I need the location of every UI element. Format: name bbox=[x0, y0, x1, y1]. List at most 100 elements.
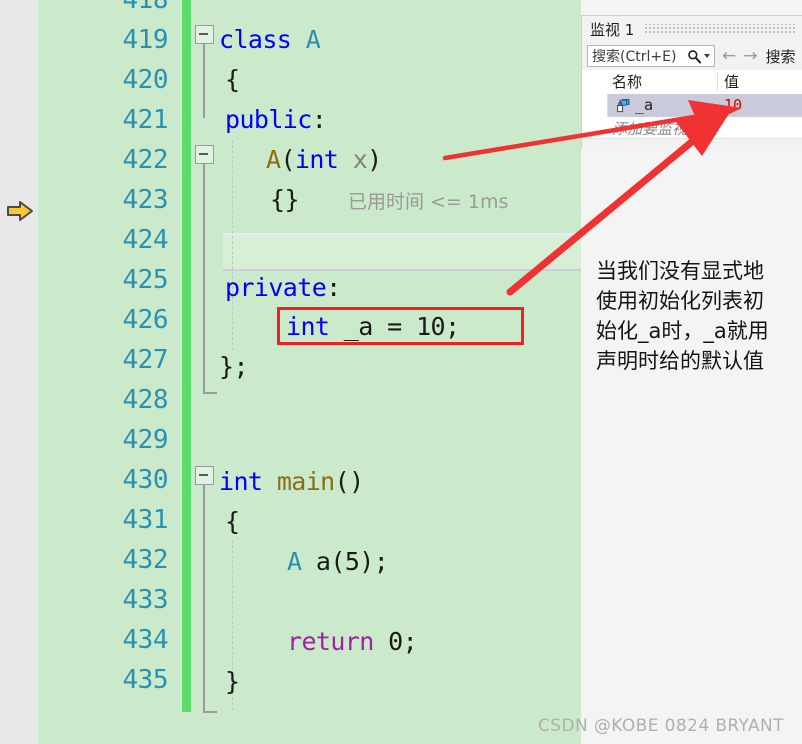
column-header-name[interactable]: 名称 bbox=[612, 70, 642, 94]
watch-title-bar[interactable]: 监视 1 bbox=[582, 16, 802, 42]
breakpoint-gutter[interactable] bbox=[0, 0, 38, 744]
fold-guide-class-a bbox=[203, 44, 205, 118]
line-number: 432 bbox=[122, 545, 169, 575]
code-token: } bbox=[225, 667, 240, 696]
line-number: 421 bbox=[122, 105, 169, 135]
code-token: : bbox=[326, 273, 341, 302]
code-line-430[interactable]: int main() bbox=[219, 462, 364, 502]
line-number: 428 bbox=[122, 385, 169, 415]
code-line-419[interactable]: class A bbox=[219, 20, 321, 60]
code-token: ; bbox=[402, 627, 418, 656]
watch-item-name[interactable]: _a bbox=[635, 94, 653, 117]
code-line-421[interactable]: public: bbox=[225, 100, 327, 140]
code-token: class bbox=[219, 25, 292, 54]
code-token: ( bbox=[280, 145, 295, 174]
line-number: 423 bbox=[122, 185, 169, 215]
line-number: 431 bbox=[122, 505, 169, 535]
code-token: {} bbox=[270, 185, 300, 214]
highlight-rectangle-member-init bbox=[277, 307, 524, 345]
search-placeholder-label: 搜索(Ctrl+E) bbox=[592, 49, 677, 65]
code-token: ) bbox=[367, 145, 382, 174]
add-watch-item-row[interactable]: 添加要监视的项 bbox=[582, 117, 802, 139]
code-token: ); bbox=[359, 547, 389, 576]
table-row[interactable]: _a 10 bbox=[582, 94, 802, 117]
code-token: a( bbox=[301, 547, 346, 576]
code-text-layer[interactable]: class A { public: A(int x) {} 已用时间 <= 1m… bbox=[191, 0, 581, 744]
search-previous-icon[interactable]: ← bbox=[722, 47, 736, 65]
code-token: public bbox=[225, 105, 312, 134]
fold-guide-constructor bbox=[203, 164, 205, 394]
code-line-422[interactable]: A(int x) bbox=[266, 140, 382, 180]
fold-foot-class-a bbox=[203, 392, 217, 394]
screenshot-root: 418 419 420 421 422 423 424 425 426 427 428 429 430 4… bbox=[0, 0, 802, 744]
annotation-line: 当我们没有显式地 bbox=[596, 259, 764, 283]
fold-foot-main bbox=[203, 711, 217, 713]
watch-window[interactable]: 监视 1 搜索(Ctrl+E) ← → 搜索 名称 值 _a 10 添加要监视的… bbox=[581, 15, 802, 149]
watermark: CSDN @KOBE 0824 BRYANT bbox=[538, 716, 784, 736]
code-token: }; bbox=[219, 352, 249, 381]
fold-toggle-main[interactable] bbox=[195, 466, 214, 485]
line-number: 427 bbox=[122, 345, 169, 375]
line-number: 435 bbox=[122, 665, 169, 695]
code-line-423[interactable]: {} bbox=[270, 180, 300, 220]
indent-guide-class bbox=[232, 140, 233, 350]
watch-item-value[interactable]: 10 bbox=[724, 94, 742, 117]
code-line-434[interactable]: return 0; bbox=[287, 622, 418, 662]
code-token: { bbox=[225, 507, 240, 536]
watch-title-label: 监视 1 bbox=[590, 20, 635, 39]
change-indicator-bar bbox=[182, 0, 191, 712]
code-line-435[interactable]: } bbox=[225, 662, 240, 702]
annotation-line: 声明时给的默认值 bbox=[596, 349, 764, 373]
line-number: 422 bbox=[122, 145, 169, 175]
code-line-431[interactable]: { bbox=[225, 502, 240, 542]
watch-toolbar[interactable]: 搜索(Ctrl+E) ← → 搜索 bbox=[582, 42, 802, 70]
execution-pointer-icon bbox=[7, 201, 33, 221]
code-line-427[interactable]: }; bbox=[219, 347, 249, 387]
search-depth-label: 搜索 bbox=[765, 47, 796, 66]
line-number: 418 bbox=[122, 0, 169, 15]
column-header-value[interactable]: 值 bbox=[724, 70, 739, 94]
fold-guide-main bbox=[203, 485, 205, 713]
search-next-icon[interactable]: → bbox=[743, 47, 757, 65]
line-number: 424 bbox=[122, 225, 169, 255]
code-token: () bbox=[334, 467, 365, 496]
line-number: 433 bbox=[122, 585, 169, 615]
line-number: 429 bbox=[122, 425, 169, 455]
line-number: 426 bbox=[122, 305, 169, 335]
column-divider[interactable] bbox=[717, 73, 718, 91]
search-input[interactable]: 搜索(Ctrl+E) bbox=[587, 45, 715, 67]
watch-title-drag-dots bbox=[644, 23, 797, 35]
code-token: : bbox=[311, 105, 327, 134]
private-field-lock-icon bbox=[617, 99, 630, 113]
code-line-425[interactable]: private: bbox=[225, 268, 341, 308]
row-expander-cell[interactable] bbox=[582, 94, 608, 117]
fold-toggle-class-a[interactable] bbox=[195, 25, 214, 44]
add-watch-item-label: 添加要监视的项 bbox=[612, 120, 718, 138]
line-number-column: 418 419 420 421 422 423 424 425 426 427 428 429 430 4… bbox=[38, 0, 182, 744]
code-line-420[interactable]: { bbox=[225, 60, 240, 100]
code-editor[interactable]: 418 419 420 421 422 423 424 425 426 427 428 429 430 4… bbox=[0, 0, 581, 744]
line-number: 434 bbox=[122, 625, 169, 655]
code-token: 5 bbox=[344, 547, 360, 576]
search-icon[interactable] bbox=[687, 49, 702, 64]
code-token: A bbox=[266, 145, 281, 174]
annotation-note: 当我们没有显式地 使用初始化列表初 始化_a时，_a就用 声明时给的默认值 bbox=[596, 256, 802, 376]
code-token: { bbox=[225, 65, 240, 94]
code-token: int bbox=[219, 467, 263, 496]
line-number: 425 bbox=[122, 265, 169, 295]
annotation-line: 始化_a时，_a就用 bbox=[596, 319, 769, 343]
search-options-chevron-down-icon[interactable] bbox=[704, 54, 710, 58]
line-number: 420 bbox=[122, 65, 169, 95]
code-token: x bbox=[352, 145, 368, 174]
watch-column-header: 名称 值 bbox=[582, 70, 802, 95]
fold-toggle-constructor[interactable] bbox=[195, 145, 214, 164]
code-token: int bbox=[294, 145, 339, 174]
code-token: return bbox=[287, 627, 374, 656]
code-token: A bbox=[305, 25, 321, 54]
code-token: A bbox=[287, 547, 302, 576]
code-token: 0 bbox=[388, 627, 403, 656]
code-line-432[interactable]: A a(5); bbox=[287, 542, 389, 582]
